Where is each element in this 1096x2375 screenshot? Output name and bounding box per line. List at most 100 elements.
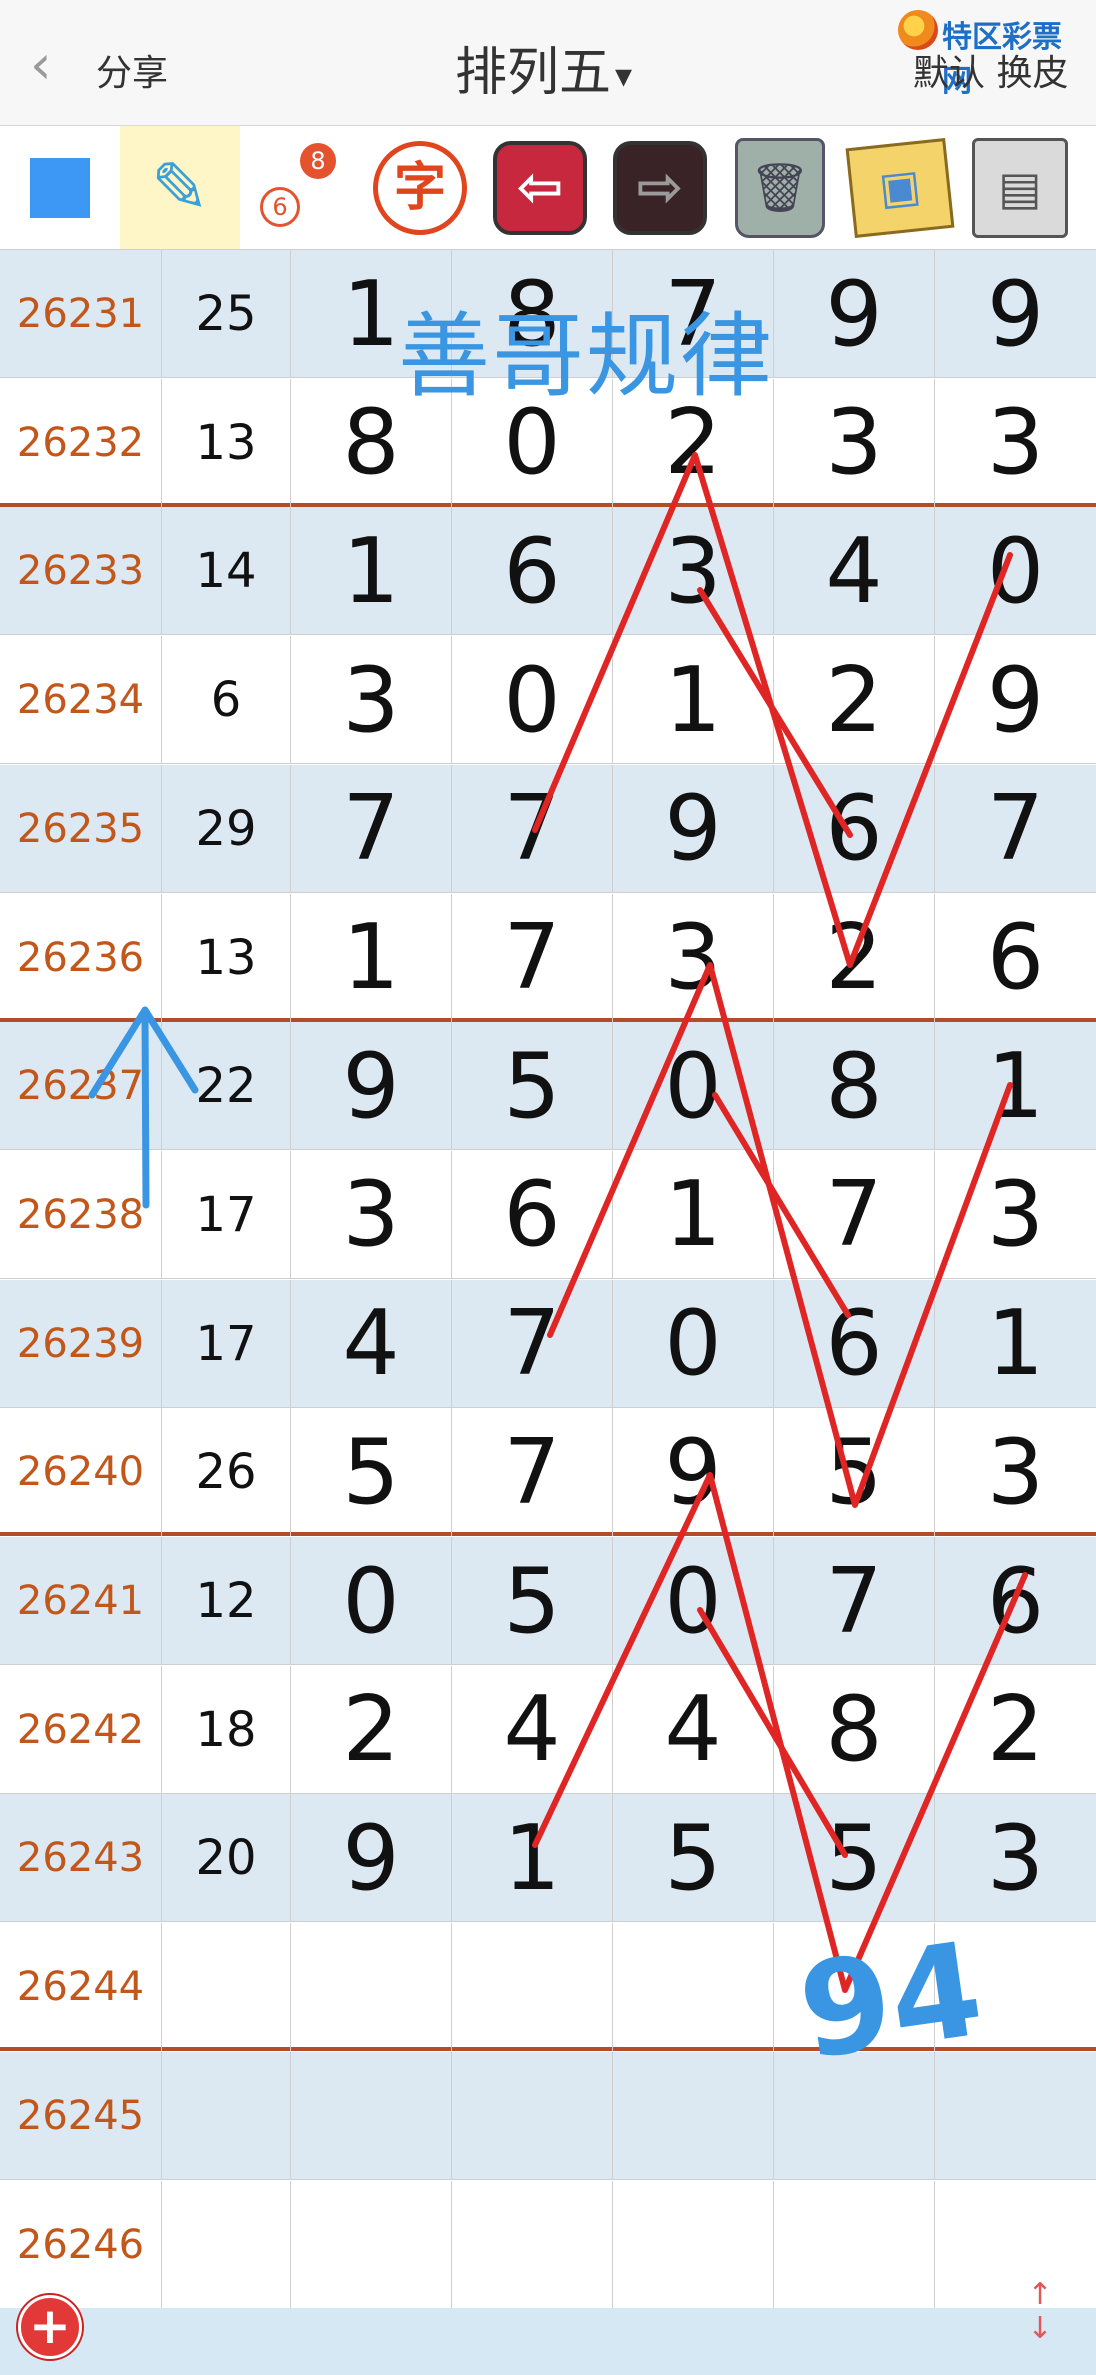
digit-cell-pos1[interactable] <box>291 1923 452 2052</box>
digit-cell-pos3[interactable]: 5 <box>613 1794 774 1923</box>
digit-cell-pos1[interactable]: 9 <box>291 1022 452 1151</box>
digit-cell-pos1[interactable]: 9 <box>291 1794 452 1923</box>
redo-arrow-icon[interactable]: ⇨ <box>600 126 720 249</box>
digit-cell-pos3[interactable]: 1 <box>613 1150 774 1279</box>
text-tool-icon[interactable]: 字 <box>360 126 480 249</box>
digit-cell-pos2[interactable]: 7 <box>452 1408 613 1537</box>
digit-cell-pos4[interactable]: 2 <box>774 893 935 1022</box>
digit-cell-pos4[interactable]: 7 <box>774 1150 935 1279</box>
digit-cell-pos3[interactable]: 3 <box>613 893 774 1022</box>
digit-cell-pos5[interactable]: 0 <box>935 507 1096 635</box>
digit-cell-pos1[interactable]: 2 <box>291 1665 452 1794</box>
table-row[interactable]: 26239 17 4 7 0 6 1 <box>0 1279 1096 1408</box>
digit-cell-pos4[interactable]: 4 <box>774 507 935 636</box>
digit-cell-pos5[interactable] <box>935 2181 1096 2309</box>
digit-cell-pos5[interactable]: 6 <box>935 1537 1096 1665</box>
scroll-arrows-icon[interactable]: ↑ ↓ <box>1018 2278 1062 2348</box>
chevron-left-icon[interactable]: ‹ <box>30 38 52 92</box>
digit-cell-pos2[interactable]: 5 <box>452 1537 613 1665</box>
digit-cell-pos1[interactable]: 5 <box>291 1408 452 1537</box>
table-row[interactable]: 26235 29 7 7 9 6 7 <box>0 764 1096 893</box>
digit-cell-pos2[interactable]: 5 <box>452 1022 613 1151</box>
table-row[interactable]: 26245 <box>0 2051 1096 2180</box>
table-row[interactable]: 26240 26 5 7 9 5 3 <box>0 1408 1096 1537</box>
photos-icon[interactable]: ▣ <box>840 126 960 249</box>
digit-cell-pos4[interactable]: 6 <box>774 1279 935 1408</box>
digit-cell-pos5[interactable]: 3 <box>935 1151 1096 1279</box>
table-row[interactable]: 26244 <box>0 1923 1096 2052</box>
digit-cell-pos3[interactable]: 0 <box>613 1537 774 1665</box>
digit-cell-pos1[interactable]: 0 <box>291 1537 452 1665</box>
table-row[interactable]: 26237 22 9 5 0 8 1 <box>0 1022 1096 1151</box>
pen-tool-icon[interactable]: ✎ <box>120 126 240 249</box>
digit-cell-pos4[interactable] <box>774 2180 935 2309</box>
digit-cell-pos5[interactable] <box>935 2052 1096 2180</box>
digit-cell-pos2[interactable]: 7 <box>452 893 613 1022</box>
digit-cell-pos2[interactable] <box>452 1923 613 2052</box>
digit-cell-pos4[interactable]: 2 <box>774 636 935 765</box>
digit-cell-pos2[interactable]: 6 <box>452 1150 613 1279</box>
plus-circle-icon[interactable]: + <box>18 2295 82 2359</box>
digit-cell-pos5[interactable]: 9 <box>935 636 1096 764</box>
digit-cell-pos5[interactable]: 1 <box>935 1022 1096 1150</box>
digit-cell-pos5[interactable]: 3 <box>935 1794 1096 1922</box>
trash-icon[interactable]: 🗑 <box>720 126 840 249</box>
digit-cell-pos3[interactable]: 1 <box>613 636 774 765</box>
digit-cell-pos5[interactable]: 3 <box>935 379 1096 507</box>
digit-cell-pos1[interactable]: 3 <box>291 1150 452 1279</box>
digit-cell-pos1[interactable] <box>291 2180 452 2309</box>
digit-cell-pos5[interactable]: 6 <box>935 894 1096 1022</box>
table-row[interactable]: 26233 14 1 6 3 4 0 <box>0 507 1096 636</box>
digit-cell-pos2[interactable]: 7 <box>452 764 613 893</box>
digit-cell-pos2[interactable]: 4 <box>452 1665 613 1794</box>
digit-cell-pos3[interactable]: 9 <box>613 1408 774 1537</box>
digit-cell-pos4[interactable]: 5 <box>774 1794 935 1923</box>
table-row[interactable]: 26246 <box>0 2180 1096 2309</box>
save-disk-icon[interactable]: ▤ <box>960 126 1080 249</box>
digit-cell-pos3[interactable]: 0 <box>613 1279 774 1408</box>
digit-cell-pos3[interactable] <box>613 1923 774 2052</box>
undo-arrow-icon[interactable]: ⇦ <box>480 126 600 249</box>
color-square-icon[interactable] <box>0 126 120 249</box>
digit-cell-pos4[interactable]: 6 <box>774 764 935 893</box>
digit-cell-pos4[interactable]: 5 <box>774 1408 935 1537</box>
digit-cell-pos1[interactable]: 1 <box>291 893 452 1022</box>
digit-cell-pos4[interactable]: 7 <box>774 1537 935 1665</box>
digit-cell-pos2[interactable]: 7 <box>452 1279 613 1408</box>
digit-cell-pos4[interactable]: 8 <box>774 1022 935 1151</box>
digit-cell-pos5[interactable]: 9 <box>935 250 1096 378</box>
digit-cell-pos4[interactable]: 9 <box>774 250 935 378</box>
digit-cell-pos1[interactable]: 3 <box>291 636 452 765</box>
table-row[interactable]: 26241 12 0 5 0 7 6 <box>0 1537 1096 1665</box>
table-row[interactable]: 26236 13 1 7 3 2 6 <box>0 893 1096 1022</box>
digit-cell-pos1[interactable] <box>291 2051 452 2180</box>
table-row[interactable]: 26243 20 9 1 5 5 3 <box>0 1794 1096 1923</box>
digit-cell-pos5[interactable] <box>935 1923 1096 2051</box>
skin-switch-button[interactable]: 默认 换皮 <box>913 44 1068 96</box>
digit-cell-pos3[interactable]: 9 <box>613 764 774 893</box>
digit-cell-pos2[interactable]: 0 <box>452 636 613 765</box>
digit-cell-pos1[interactable]: 1 <box>291 507 452 636</box>
digit-cell-pos3[interactable] <box>613 2051 774 2180</box>
digit-cell-pos3[interactable] <box>613 2180 774 2309</box>
digit-cell-pos5[interactable]: 2 <box>935 1666 1096 1794</box>
digit-cell-pos2[interactable]: 1 <box>452 1794 613 1923</box>
lottery-type-selector[interactable]: 排列五 ▾ <box>455 30 632 105</box>
digit-cell-pos5[interactable]: 7 <box>935 765 1096 893</box>
digit-cell-pos1[interactable]: 7 <box>291 764 452 893</box>
digit-cell-pos3[interactable]: 3 <box>613 507 774 636</box>
digit-cell-pos5[interactable]: 3 <box>935 1408 1096 1536</box>
digit-cell-pos1[interactable]: 4 <box>291 1279 452 1408</box>
table-row[interactable]: 26242 18 2 4 4 8 2 <box>0 1665 1096 1794</box>
digit-cell-pos3[interactable]: 4 <box>613 1665 774 1794</box>
digit-cell-pos2[interactable]: 6 <box>452 507 613 636</box>
digit-cell-pos5[interactable]: 1 <box>935 1280 1096 1408</box>
digit-cell-pos4[interactable] <box>774 2051 935 2180</box>
share-button[interactable]: 分享 <box>96 44 168 96</box>
table-row[interactable]: 26238 17 3 6 1 7 3 <box>0 1150 1096 1279</box>
table-row[interactable]: 26234 6 3 0 1 2 9 <box>0 636 1096 765</box>
number-link-icon[interactable]: 8 6 <box>240 126 360 249</box>
digit-cell-pos4[interactable]: 3 <box>774 378 935 507</box>
digit-cell-pos4[interactable]: 8 <box>774 1665 935 1794</box>
digit-cell-pos4[interactable] <box>774 1923 935 2052</box>
